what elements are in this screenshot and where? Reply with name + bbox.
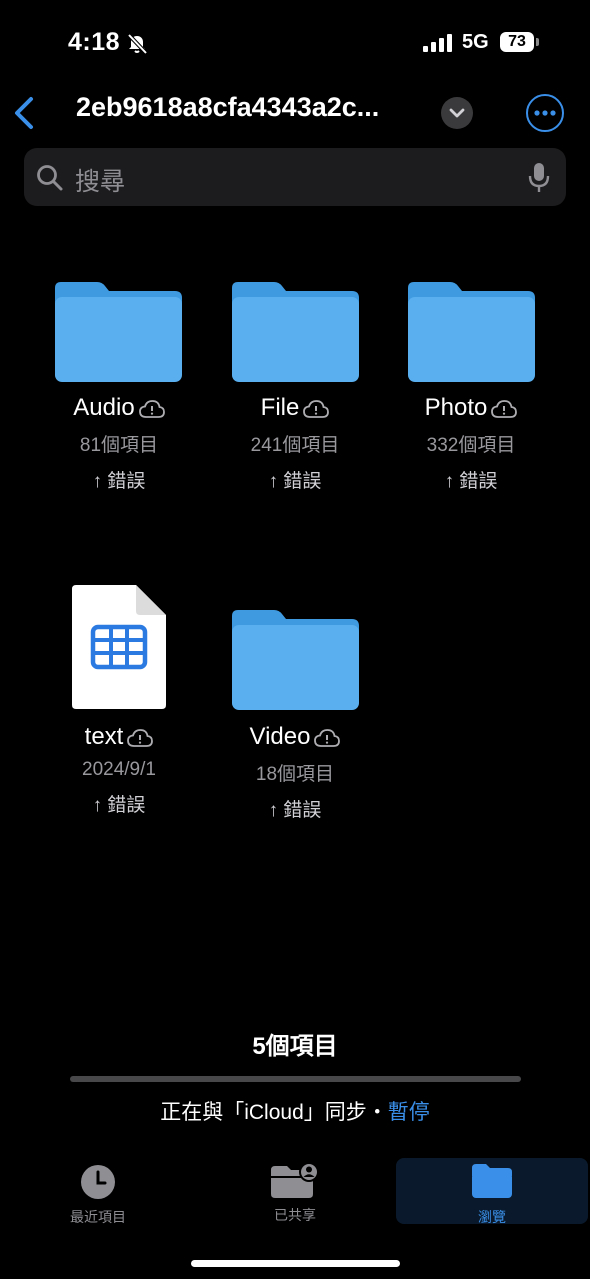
upload-error: ↑ 錯誤: [268, 800, 322, 821]
tab-label: 瀏覽: [478, 1209, 506, 1225]
home-indicator[interactable]: [191, 1260, 400, 1267]
search-icon: [37, 165, 63, 191]
silent-bell-icon: [127, 33, 148, 55]
chevron-down-icon: [449, 108, 465, 118]
pause-sync-button[interactable]: 暫停: [388, 1101, 430, 1124]
battery-indicator: 73: [500, 32, 534, 52]
upload-error: ↑ 錯誤: [92, 795, 146, 816]
cloud-alert-icon: [127, 728, 154, 747]
cloud-alert-icon: [138, 399, 165, 418]
audio-folder[interactable]: [55, 282, 182, 387]
sync-progress-bar: [70, 1076, 521, 1082]
folder-icon: [472, 1164, 512, 1198]
folder-icon: [408, 282, 535, 382]
file-folder[interactable]: [232, 282, 359, 387]
tab-recents[interactable]: 最近項目: [38, 1164, 158, 1227]
audio-info: Audio 81個項目 ↑ 錯誤: [34, 394, 204, 493]
text-info: text 2024/9/1 ↑ 錯誤: [34, 723, 204, 817]
tab-label: 最近項目: [70, 1209, 126, 1225]
item-name: File: [260, 394, 300, 421]
cloud-alert-icon: [303, 399, 330, 418]
item-name: Photo: [424, 394, 488, 421]
upload-error: ↑ 錯誤: [92, 471, 146, 492]
item-count-summary: 5個項目: [252, 1033, 338, 1060]
more-options-button[interactable]: [526, 94, 564, 132]
spreadsheet-document-icon: [72, 585, 166, 709]
network-type: 5G: [462, 31, 489, 53]
video-folder[interactable]: [232, 610, 359, 715]
search-placeholder: 搜尋: [75, 168, 126, 196]
item-name: Video: [249, 723, 311, 750]
photo-info: Photo 332個項目 ↑ 錯誤: [386, 394, 556, 493]
sync-status: 正在與「iCloud」同步・暫停: [0, 1096, 590, 1126]
status-time: 4:18: [68, 28, 121, 56]
clock-icon: [81, 1165, 115, 1199]
folder-title: 2eb9618a8cfa4343a2c...: [76, 92, 380, 122]
battery-nub: [536, 38, 539, 46]
upload-error: ↑ 錯誤: [444, 471, 498, 492]
tab-shared[interactable]: 已共享: [235, 1162, 355, 1225]
item-count: 81個項目: [79, 435, 159, 456]
item-count: 18個項目: [255, 764, 335, 785]
cloud-alert-icon: [491, 399, 518, 418]
microphone-icon[interactable]: [528, 162, 550, 194]
back-chevron-icon[interactable]: [12, 96, 36, 130]
item-count: 332個項目: [426, 435, 516, 456]
shared-folder-icon: [271, 1162, 319, 1198]
upload-error: ↑ 錯誤: [268, 471, 322, 492]
text-document[interactable]: [72, 585, 166, 714]
signal-icon: [423, 34, 452, 52]
item-count: 241個項目: [250, 435, 340, 456]
sync-text: 正在與「iCloud」同步・: [160, 1101, 388, 1124]
folder-icon: [232, 610, 359, 710]
ellipsis-icon: [534, 110, 556, 116]
title-menu-button[interactable]: [441, 97, 473, 129]
folder-icon: [55, 282, 182, 382]
photo-folder[interactable]: [408, 282, 535, 387]
item-date: 2024/9/1: [82, 759, 156, 780]
tab-browse[interactable]: 瀏覽: [432, 1164, 552, 1227]
tab-label: 已共享: [274, 1207, 316, 1223]
item-name: Audio: [73, 394, 135, 421]
folder-icon: [232, 282, 359, 382]
file-info: File 241個項目 ↑ 錯誤: [210, 394, 380, 493]
video-info: Video 18個項目 ↑ 錯誤: [210, 723, 380, 822]
cloud-alert-icon: [314, 728, 341, 747]
item-name: text: [84, 723, 124, 750]
